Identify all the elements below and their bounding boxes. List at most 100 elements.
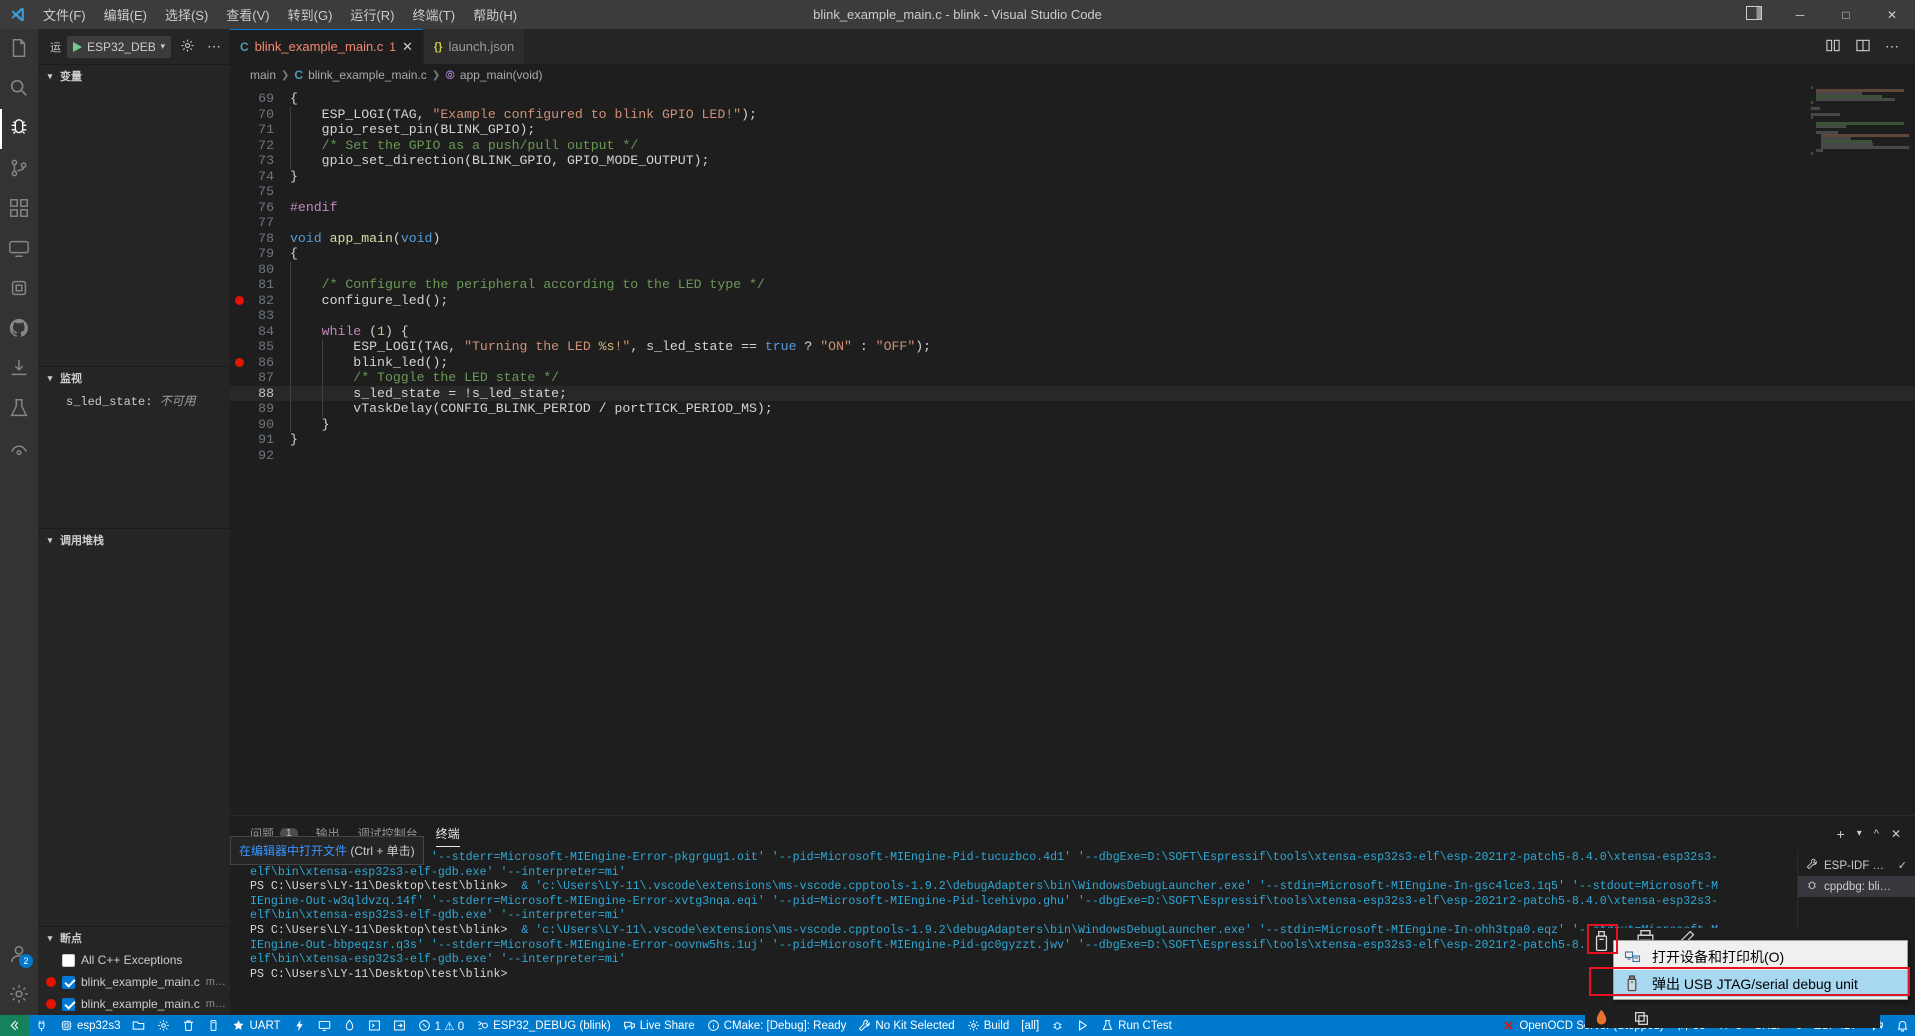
breakpoint-checkbox[interactable] <box>62 975 75 989</box>
code-line[interactable]: 74} <box>230 169 1915 185</box>
minimize-button[interactable]: ─ <box>1777 0 1823 29</box>
section-breakpoints-header[interactable]: ▾ 断点 <box>38 927 230 949</box>
terminal-list-item-cppdbg[interactable]: cppdbg: bli… <box>1798 876 1915 897</box>
maximize-button[interactable]: □ <box>1823 0 1869 29</box>
more-actions-icon[interactable]: ⋯ <box>1879 38 1905 55</box>
code-line[interactable]: 78 void app_main(void) <box>230 231 1915 247</box>
activity-accounts[interactable]: 2 <box>0 935 38 975</box>
customize-layout-icon[interactable] <box>1731 5 1777 24</box>
code-line[interactable]: 71 gpio_reset_pin(BLINK_GPIO); <box>230 122 1915 138</box>
breakpoint-checkbox[interactable] <box>62 997 75 1011</box>
code-line[interactable]: 73 gpio_set_direction(BLINK_GPIO, GPIO_M… <box>230 153 1915 169</box>
tray-flame-icon[interactable] <box>1592 1008 1611 1031</box>
status-debug-session[interactable]: ESP32_DEBUG (blink) <box>470 1015 617 1036</box>
status-problems[interactable]: 1 ⚠ 0 <box>412 1015 471 1036</box>
code-line[interactable]: 90 } <box>230 417 1915 433</box>
terminal-output[interactable]: IEngine-Out-3tlagper.apr' '--stderr=Micr… <box>230 851 1797 1015</box>
status-doctor-export[interactable] <box>387 1015 412 1036</box>
debug-more-actions-icon[interactable]: ⋯ <box>204 38 224 55</box>
breadcrumb-file[interactable]: blink_example_main.c <box>308 68 427 82</box>
code-line[interactable]: 83 <box>230 308 1915 324</box>
code-line[interactable]: 76 #endif <box>230 200 1915 216</box>
menu-help[interactable]: 帮助(H) <box>464 2 526 27</box>
breadcrumb-symbol[interactable]: app_main(void) <box>460 68 543 82</box>
tray-usb-icon[interactable] <box>1592 930 1611 955</box>
status-notifications[interactable] <box>1890 1015 1915 1036</box>
activity-run-and-debug[interactable] <box>0 109 38 149</box>
status-fullclean-trash[interactable] <box>176 1015 201 1036</box>
activity-testing[interactable] <box>0 389 38 429</box>
code-line[interactable]: 86 blink_led(); <box>230 355 1915 371</box>
activity-explorer[interactable] <box>0 29 38 69</box>
section-watch-header[interactable]: ▾ 监视 <box>38 367 230 389</box>
menu-terminal[interactable]: 终端(T) <box>403 2 464 27</box>
menu-edit[interactable]: 编辑(E) <box>95 2 156 27</box>
activity-settings[interactable] <box>0 975 38 1015</box>
close-panel-icon[interactable]: ✕ <box>1887 827 1905 841</box>
code-editor[interactable]: 69 {70 ESP_LOGI(TAG, "Example configured … <box>230 86 1915 815</box>
status-cmake-kit[interactable]: No Kit Selected <box>852 1015 960 1036</box>
status-cmake-build[interactable]: Build <box>961 1015 1016 1036</box>
status-menuconfig-gear[interactable] <box>151 1015 176 1036</box>
breakpoint-row[interactable]: All C++ Exceptions <box>38 949 230 971</box>
activity-source-control[interactable] <box>0 149 38 189</box>
code-line[interactable]: 88 s_led_state = !s_led_state; <box>230 385 1915 401</box>
status-monitor[interactable] <box>312 1015 337 1036</box>
code-line[interactable]: 84 while (1) { <box>230 324 1915 340</box>
activity-import[interactable] <box>0 349 38 389</box>
code-line[interactable]: 80 <box>230 262 1915 278</box>
status-openocd-flame[interactable] <box>337 1015 362 1036</box>
code-line[interactable]: 81 /* Configure the peripheral according… <box>230 277 1915 293</box>
context-menu-item-eject-usb[interactable]: 弹出 USB JTAG/serial debug unit <box>1614 970 1907 997</box>
activity-extensions[interactable] <box>0 189 38 229</box>
activity-remote-explorer[interactable] <box>0 229 38 269</box>
debug-configuration-select[interactable]: ESP32_DEBUG ▾ <box>67 35 171 58</box>
activity-search[interactable] <box>0 69 38 109</box>
status-remote-indicator[interactable] <box>0 1015 29 1036</box>
breakpoint-checkbox[interactable] <box>62 953 75 967</box>
code-line[interactable]: 75 <box>230 184 1915 200</box>
code-line[interactable]: 70 ESP_LOGI(TAG, "Example configured to … <box>230 107 1915 123</box>
status-cmake-debug[interactable] <box>1045 1015 1070 1036</box>
section-variables-header[interactable]: ▾ 变量 <box>38 65 230 87</box>
panel-tab-terminal[interactable]: 终端 <box>435 816 460 851</box>
status-live-share[interactable]: Live Share <box>617 1015 701 1036</box>
close-icon[interactable]: ✕ <box>402 39 413 55</box>
status-flash-device[interactable] <box>29 1015 54 1036</box>
status-flash-button[interactable] <box>201 1015 226 1036</box>
activity-esp-idf[interactable] <box>0 269 38 309</box>
code-line[interactable]: 77 <box>230 215 1915 231</box>
code-line[interactable]: 72 /* Set the GPIO as a push/pull output… <box>230 138 1915 154</box>
menu-file[interactable]: 文件(F) <box>34 2 95 27</box>
status-cmake-target[interactable]: [all] <box>1015 1015 1045 1036</box>
menu-view[interactable]: 查看(V) <box>217 2 278 27</box>
breakpoint-dot-icon[interactable] <box>230 295 248 305</box>
code-line[interactable]: 87 /* Toggle the LED state */ <box>230 370 1915 386</box>
play-icon[interactable] <box>73 41 82 52</box>
section-callstack-header[interactable]: ▾ 调用堆栈 <box>38 529 230 551</box>
minimap[interactable] <box>1811 86 1909 416</box>
menu-run[interactable]: 运行(R) <box>341 2 403 27</box>
status-cmake-state[interactable]: CMake: [Debug]: Ready <box>701 1015 853 1036</box>
code-line[interactable]: 92 <box>230 448 1915 464</box>
code-line[interactable]: 91} <box>230 432 1915 448</box>
breakpoint-row[interactable]: blink_example_main.c m… 86 <box>38 993 256 1015</box>
status-build-flash-monitor[interactable] <box>287 1015 312 1036</box>
context-menu-item-open-devices-printers[interactable]: 打开设备和打印机(O) <box>1614 943 1907 970</box>
code-line[interactable]: 69 { <box>230 91 1915 107</box>
terminal-list-item-esp-idf[interactable]: ESP-IDF … ✓ <box>1798 855 1915 876</box>
code-lines[interactable]: 69 {70 ESP_LOGI(TAG, "Example configured … <box>230 86 1915 463</box>
close-button[interactable]: ✕ <box>1869 0 1915 29</box>
open-file-tooltip-link[interactable]: 在编辑器中打开文件 <box>239 844 347 858</box>
open-changes-icon[interactable] <box>1819 38 1847 56</box>
code-line[interactable]: 89 vTaskDelay(CONFIG_BLINK_PERIOD / port… <box>230 401 1915 417</box>
split-editor-icon[interactable] <box>1849 38 1877 56</box>
menu-selection[interactable]: 选择(S) <box>156 2 217 27</box>
status-uart[interactable]: UART <box>226 1015 286 1036</box>
watch-item[interactable]: s_led_state: 不可用 <box>38 389 230 412</box>
status-cmake-launch[interactable] <box>1070 1015 1095 1036</box>
status-target-esp32s3[interactable]: esp32s3 <box>54 1015 126 1036</box>
open-launch-json-gear-icon[interactable] <box>177 38 198 56</box>
status-terminal[interactable] <box>362 1015 387 1036</box>
breakpoint-row[interactable]: blink_example_main.c m… 82 <box>38 971 256 993</box>
